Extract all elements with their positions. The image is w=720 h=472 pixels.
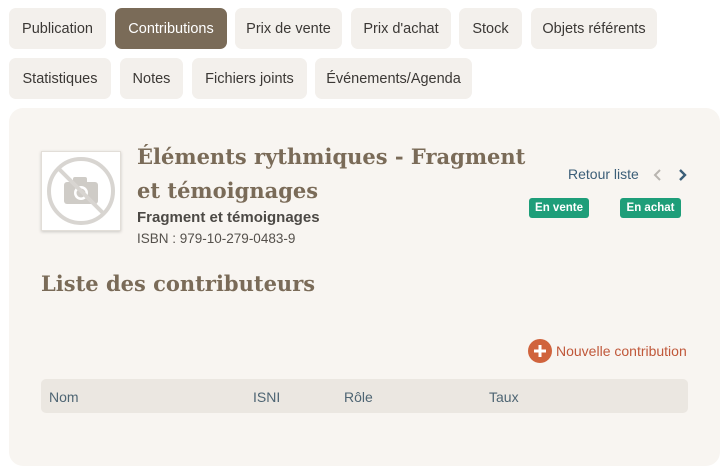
status-badge-sale: En vente (529, 198, 589, 218)
tab-evenements-agenda[interactable]: Événements/Agenda (315, 58, 472, 99)
chevron-left-icon[interactable] (651, 166, 665, 184)
tab-publication[interactable]: Publication (9, 8, 106, 49)
contributors-table-header: Nom ISNI Rôle Taux (41, 379, 688, 413)
tab-prix-de-vente[interactable]: Prix de vente (235, 8, 342, 49)
book-title: Éléments rythmiques - Fragment et témoig… (137, 144, 526, 203)
tab-prix-d-achat[interactable]: Prix d'achat (351, 8, 451, 49)
section-title: Liste des contributeurs (41, 271, 316, 296)
plus-icon (528, 339, 552, 363)
contributions-panel: Éléments rythmiques - Fragment et témoig… (9, 108, 720, 466)
new-contribution-button[interactable]: Nouvelle contribution (528, 339, 687, 363)
tab-fichiers-joints[interactable]: Fichiers joints (192, 58, 307, 99)
new-contribution-label: Nouvelle contribution (556, 343, 687, 359)
status-badge-buy: En achat (620, 198, 681, 218)
book-thumbnail (41, 151, 121, 231)
tab-stock[interactable]: Stock (459, 8, 522, 49)
book-subtitle: Fragment et témoignages (137, 209, 320, 226)
column-header-taux[interactable]: Taux (489, 389, 519, 405)
book-isbn: ISBN : 979-10-279-0483-9 (137, 231, 296, 246)
tab-objets-referents[interactable]: Objets référents (531, 8, 657, 49)
chevron-right-icon[interactable] (675, 166, 689, 184)
tab-contributions[interactable]: Contributions (115, 8, 227, 49)
no-photo-icon (47, 157, 115, 225)
tab-notes[interactable]: Notes (120, 58, 183, 99)
column-header-isni[interactable]: ISNI (253, 389, 280, 405)
column-header-role[interactable]: Rôle (344, 389, 373, 405)
tab-statistiques[interactable]: Statistiques (9, 58, 111, 99)
back-to-list-link[interactable]: Retour liste (568, 166, 639, 182)
column-header-nom[interactable]: Nom (49, 389, 79, 405)
